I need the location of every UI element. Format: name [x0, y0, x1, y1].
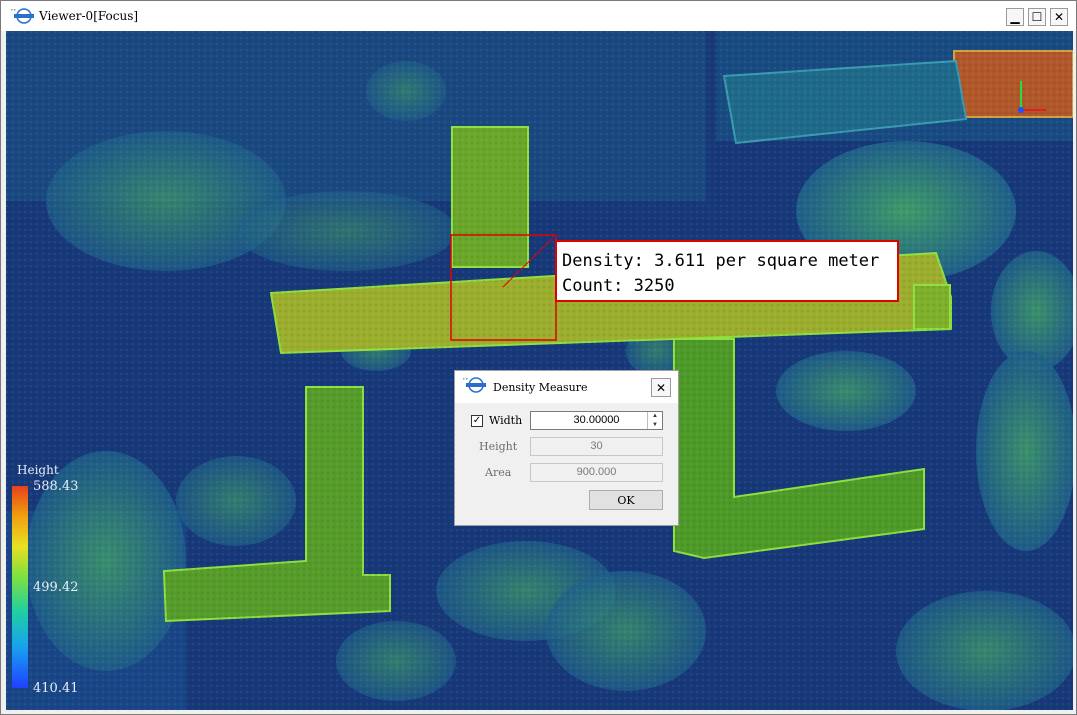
dialog-title: Density Measure	[493, 381, 588, 394]
close-button[interactable]: ✕	[1050, 8, 1068, 26]
viewer-window: Viewer-0[Focus] ▁ ☐ ✕ Height 588.43 499.…	[0, 0, 1077, 715]
close-icon: ✕	[655, 380, 667, 395]
legend-max: 588.43	[33, 479, 79, 494]
ok-button[interactable]: OK	[589, 490, 663, 510]
lidar360-logo-icon	[11, 8, 34, 24]
density-measure-dialog: Density Measure ✕ ✓ Width 30.00000 ▲ ▼ H…	[454, 370, 679, 526]
spin-down-icon[interactable]: ▼	[648, 421, 662, 430]
width-checkbox[interactable]: ✓	[471, 415, 483, 427]
maximize-button[interactable]: ☐	[1028, 8, 1046, 26]
spin-up-icon[interactable]: ▲	[648, 412, 662, 421]
dialog-close-button[interactable]: ✕	[651, 378, 671, 397]
density-value: Density: 3.611 per square meter	[562, 251, 880, 271]
window-title: Viewer-0[Focus]	[39, 9, 139, 23]
density-readout: Density: 3.611 per square meter Count: 3…	[555, 240, 899, 302]
title-bar[interactable]: Viewer-0[Focus] ▁ ☐ ✕	[1, 1, 1076, 31]
point-count: Count: 3250	[562, 276, 675, 296]
checkmark-icon: ✓	[472, 415, 482, 426]
height-color-scale	[12, 486, 28, 688]
legend-mid: 499.42	[33, 580, 79, 595]
close-icon: ✕	[1053, 10, 1065, 24]
legend-title: Height	[17, 463, 59, 477]
height-label: Height	[479, 440, 518, 453]
width-spin-buttons[interactable]: ▲ ▼	[647, 412, 662, 429]
width-spinbox[interactable]: 30.00000 ▲ ▼	[530, 411, 663, 430]
legend-min: 410.41	[33, 681, 79, 696]
width-label: Width	[489, 414, 523, 427]
lidar360-logo-icon	[463, 377, 486, 393]
minimize-button[interactable]: ▁	[1006, 8, 1024, 26]
width-value[interactable]: 30.00000	[574, 414, 620, 426]
area-label: Area	[485, 466, 512, 479]
minimize-icon: ▁	[1010, 10, 1020, 24]
area-field: 900.000	[530, 463, 663, 482]
maximize-icon: ☐	[1031, 10, 1043, 24]
height-field: 30	[530, 437, 663, 456]
